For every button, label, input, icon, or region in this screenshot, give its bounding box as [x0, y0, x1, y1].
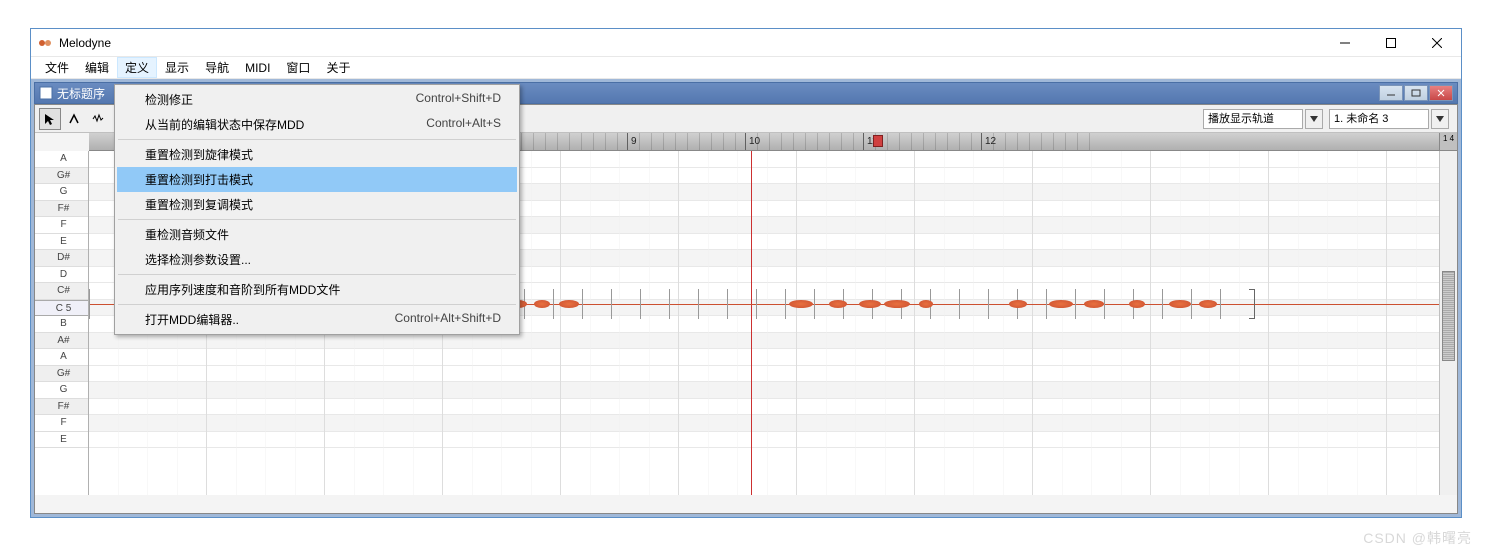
ruler-bar: 9 — [627, 133, 745, 151]
ruler-time-sig[interactable]: 1 4 — [1439, 133, 1457, 151]
menu-option[interactable]: 重置检测到复调模式 — [117, 192, 517, 217]
definition-menu-dropdown: 检测修正Control+Shift+D从当前的编辑状态中保存MDDControl… — [114, 84, 520, 335]
piano-key[interactable]: A# — [35, 333, 88, 350]
menu-option[interactable]: 重置检测到旋律模式 — [117, 142, 517, 167]
pitch-tool[interactable] — [63, 108, 85, 130]
doc-maximize-button[interactable] — [1404, 85, 1428, 101]
app-icon — [37, 35, 53, 51]
piano-key[interactable]: G# — [35, 168, 88, 185]
piano-key[interactable]: D — [35, 267, 88, 284]
piano-key[interactable]: F — [35, 415, 88, 432]
scrollbar-thumb[interactable] — [1442, 271, 1455, 361]
amplitude-tool[interactable] — [87, 108, 109, 130]
document-icon — [39, 86, 53, 100]
pointer-tool[interactable] — [39, 108, 61, 130]
piano-key[interactable]: G — [35, 184, 88, 201]
track-name-dropdown-button[interactable] — [1431, 109, 1449, 129]
piano-keyboard[interactable]: AG#GF#FED#DC#C 5BA#AG#GF#FE — [35, 151, 89, 495]
menu-item-6[interactable]: 窗口 — [278, 57, 318, 78]
menu-option[interactable]: 应用序列速度和音阶到所有MDD文件 — [117, 277, 517, 302]
ruler-bar: 12 — [981, 133, 1099, 151]
menubar: 文件编辑定义显示导航MIDI窗口关于 — [31, 57, 1461, 79]
close-button[interactable] — [1423, 33, 1451, 53]
track-view-select[interactable]: 播放显示轨道 — [1203, 109, 1303, 129]
piano-key[interactable]: B — [35, 316, 88, 333]
piano-key[interactable]: F# — [35, 399, 88, 416]
menu-option[interactable]: 检测修正Control+Shift+D — [117, 87, 517, 112]
vertical-scrollbar[interactable] — [1439, 151, 1457, 495]
ruler-bar: 10 — [745, 133, 863, 151]
track-view-dropdown-button[interactable] — [1305, 109, 1323, 129]
doc-minimize-button[interactable] — [1379, 85, 1403, 101]
menu-item-3[interactable]: 显示 — [157, 57, 197, 78]
piano-key[interactable]: A — [35, 151, 88, 168]
piano-key[interactable]: F — [35, 217, 88, 234]
watermark: CSDN @韩曙亮 — [1363, 528, 1472, 548]
piano-key[interactable]: G# — [35, 366, 88, 383]
piano-key[interactable]: C# — [35, 283, 88, 300]
menu-item-1[interactable]: 编辑 — [77, 57, 117, 78]
ruler-marker[interactable] — [873, 135, 883, 147]
menu-item-7[interactable]: 关于 — [318, 57, 358, 78]
ruler-bar: 8 — [509, 133, 627, 151]
menu-option[interactable]: 重检测音频文件 — [117, 222, 517, 247]
menu-option[interactable]: 选择检测参数设置... — [117, 247, 517, 272]
titlebar: Melodyne — [31, 29, 1461, 57]
doc-close-button[interactable] — [1429, 85, 1453, 101]
minimize-button[interactable] — [1331, 33, 1359, 53]
maximize-button[interactable] — [1377, 33, 1405, 53]
menu-item-0[interactable]: 文件 — [37, 57, 77, 78]
piano-key[interactable]: A — [35, 349, 88, 366]
menu-option[interactable]: 从当前的编辑状态中保存MDDControl+Alt+S — [117, 112, 517, 137]
piano-key[interactable]: D# — [35, 250, 88, 267]
track-name-select[interactable]: 1. 未命名 3 — [1329, 109, 1429, 129]
menu-option[interactable]: 重置检测到打击模式 — [117, 167, 517, 192]
piano-key[interactable]: E — [35, 432, 88, 449]
menu-item-5[interactable]: MIDI — [237, 59, 278, 77]
app-title: Melodyne — [59, 36, 1331, 50]
menu-item-2[interactable]: 定义 — [117, 57, 157, 78]
piano-key[interactable]: C 5 — [35, 300, 88, 317]
menu-item-4[interactable]: 导航 — [197, 57, 237, 78]
menu-option[interactable]: 打开MDD编辑器..Control+Alt+Shift+D — [117, 307, 517, 332]
piano-key[interactable]: E — [35, 234, 88, 251]
piano-key[interactable]: F# — [35, 201, 88, 218]
piano-key[interactable]: G — [35, 382, 88, 399]
window-controls — [1331, 33, 1457, 53]
